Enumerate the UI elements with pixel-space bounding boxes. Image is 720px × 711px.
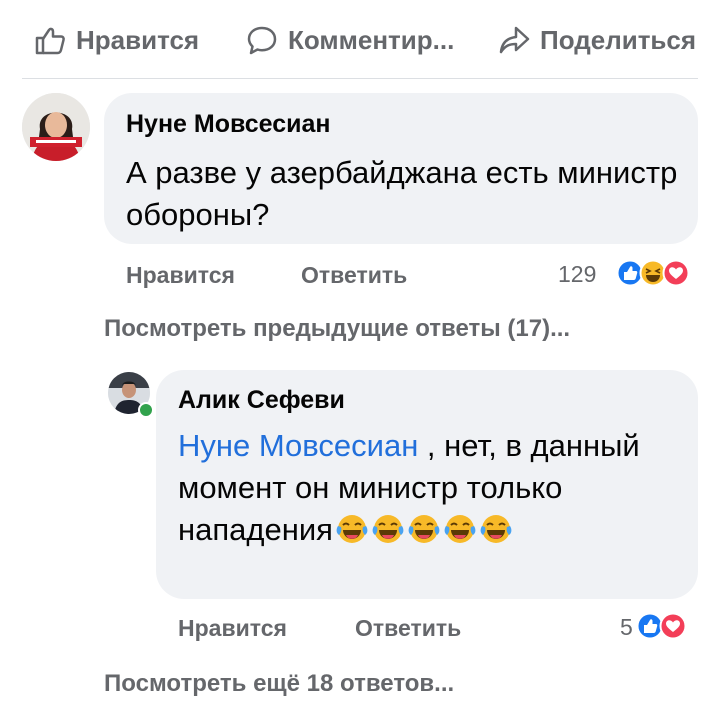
tears-of-joy-emoji-icon bbox=[372, 515, 404, 543]
profile-photo-icon bbox=[22, 93, 90, 161]
reaction-count[interactable]: 5 bbox=[620, 614, 633, 641]
like-action-label: Нравится bbox=[76, 24, 200, 55]
online-status-dot bbox=[138, 402, 154, 418]
tears-of-joy-emoji-icon bbox=[480, 515, 512, 543]
comment-action-label: Комментир... bbox=[288, 24, 455, 55]
love-reaction-icon bbox=[659, 612, 687, 640]
love-reaction-icon bbox=[662, 259, 690, 287]
like-action-button[interactable]: Нравится bbox=[34, 22, 199, 58]
action-bar-divider bbox=[22, 78, 698, 79]
share-action-button[interactable]: Поделиться bbox=[498, 22, 696, 58]
share-action-label: Поделиться bbox=[540, 24, 697, 55]
avatar-nune[interactable] bbox=[22, 93, 90, 161]
comment-bubble-icon bbox=[247, 26, 277, 55]
thumbs-up-icon bbox=[35, 27, 65, 55]
comment-author[interactable]: Алик Сефеви bbox=[178, 386, 345, 415]
emoji-row bbox=[333, 512, 513, 547]
view-previous-replies-link[interactable]: Посмотреть предыдущие ответы (17)... bbox=[104, 315, 570, 343]
reaction-icons[interactable] bbox=[616, 259, 690, 287]
comment-like-link[interactable]: Нравится bbox=[126, 262, 235, 289]
comment-text: А разве у азербайджана есть министр обор… bbox=[126, 155, 678, 232]
tears-of-joy-emoji-icon bbox=[336, 515, 368, 543]
comment-like-link[interactable]: Нравится bbox=[178, 615, 287, 642]
reaction-icons[interactable] bbox=[636, 612, 687, 640]
tears-of-joy-emoji-icon bbox=[444, 515, 476, 543]
tears-of-joy-emoji-icon bbox=[408, 515, 440, 543]
comment-action-button[interactable]: Комментир... bbox=[246, 22, 454, 58]
mention-link[interactable]: Нуне Мовсесиан bbox=[178, 428, 418, 463]
comment-reply-link[interactable]: Ответить bbox=[301, 262, 407, 289]
reaction-count[interactable]: 129 bbox=[558, 261, 596, 288]
comment-author[interactable]: Нуне Мовсесиан bbox=[126, 110, 331, 139]
share-arrow-icon bbox=[499, 26, 530, 54]
comment-text: Нуне Мовсесиан , нет, в данный момент он… bbox=[178, 425, 678, 551]
post-action-bar: Нравится Комментир... Поделиться bbox=[0, 0, 720, 80]
comment-reply-link[interactable]: Ответить bbox=[355, 615, 461, 642]
view-more-replies-link[interactable]: Посмотреть ещё 18 ответов... bbox=[104, 670, 454, 698]
